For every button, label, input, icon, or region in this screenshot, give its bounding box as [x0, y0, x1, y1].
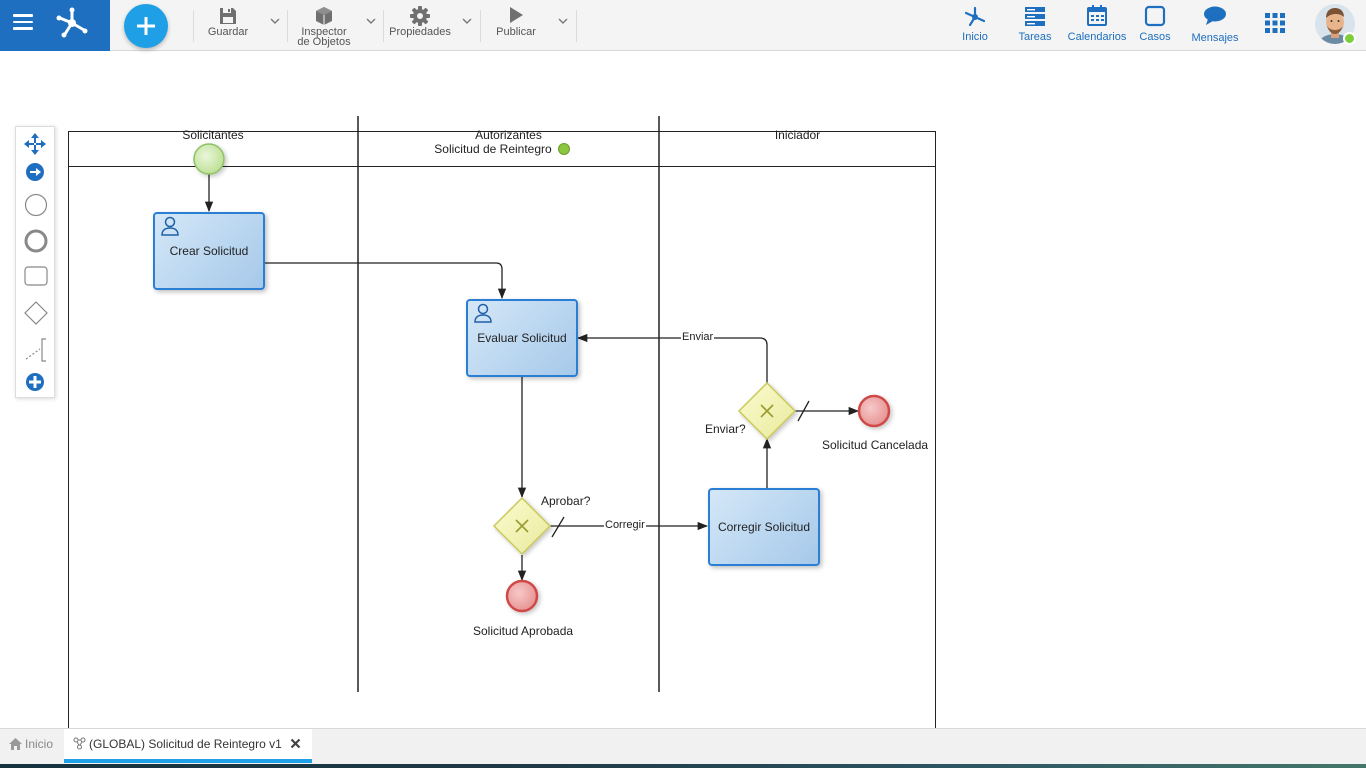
task-correct-request[interactable]: Corregir Solicitud [708, 488, 820, 566]
flow-send-label: Enviar [681, 331, 715, 343]
task-create-request[interactable]: Crear Solicitud [153, 212, 265, 290]
plus-circle-icon [26, 373, 44, 391]
diagram-shapes [193, 116, 891, 692]
save-button[interactable]: Guardar [198, 0, 258, 51]
save-chevron-down-icon[interactable] [270, 17, 280, 25]
properties-label: Propiedades [389, 26, 451, 38]
object-inspector-label: Inspector de Objetos [297, 26, 351, 48]
flow-send-to-evaluate[interactable] [576, 333, 768, 383]
tab-process[interactable]: (GLOBAL) Solicitud de Reintegro v1 [64, 729, 312, 763]
nav-calendars-label: Calendarios [1067, 31, 1127, 43]
user-task-icon [161, 216, 179, 236]
move-arrows-icon [24, 133, 46, 155]
start-event[interactable] [193, 143, 225, 175]
deyel-home-icon [964, 6, 986, 27]
circle-thin-icon [24, 193, 48, 217]
close-icon[interactable] [290, 738, 301, 749]
footer-strip [0, 764, 1366, 768]
chat-bubble-icon [1204, 6, 1226, 25]
task-evaluate-request-label: Evaluar Solicitud [477, 331, 567, 345]
arrow-circle-icon [26, 163, 44, 181]
toolbar-separator [480, 10, 481, 42]
palette-connect-tool[interactable] [16, 157, 54, 187]
flow-correct-label: Corregir [604, 519, 646, 531]
approved-end-event[interactable] [505, 579, 539, 613]
user-task-icon [474, 303, 492, 323]
gear-icon [410, 6, 430, 26]
active-tab-indicator [64, 759, 312, 763]
save-icon [220, 8, 236, 24]
nav-messages-label: Mensajes [1191, 32, 1239, 44]
cancelled-end-event[interactable] [857, 394, 891, 428]
plus-icon [137, 17, 155, 35]
palette-gateway[interactable] [16, 297, 54, 327]
nav-tasks-label: Tareas [1018, 31, 1052, 43]
default-flow-marker [551, 516, 565, 538]
diamond-icon [24, 301, 48, 325]
inspector-chevron-down-icon[interactable] [366, 17, 376, 25]
deyel-logo-icon[interactable] [55, 6, 89, 42]
palette-annotation[interactable] [16, 333, 54, 363]
rounded-rect-icon [24, 266, 48, 286]
bottom-tab-bar: Inicio (GLOBAL) Solicitud de Reintegro v… [0, 728, 1366, 768]
tab-home[interactable]: Inicio [0, 729, 64, 759]
object-inspector-button[interactable]: Inspector de Objetos [290, 0, 358, 51]
annotation-icon [25, 338, 46, 362]
cancelled-end-label: Solicitud Cancelada [822, 438, 929, 452]
publish-label: Publicar [496, 26, 536, 38]
toolbar-separator [287, 10, 288, 42]
send-gateway-label: Enviar? [705, 422, 746, 436]
approved-end-label: Solicitud Aprobada [473, 624, 574, 638]
publish-chevron-down-icon[interactable] [558, 17, 568, 25]
toolbar-separator [576, 10, 577, 42]
home-icon [9, 738, 22, 750]
process-icon [73, 737, 86, 750]
toolbar-separator [193, 10, 194, 42]
cube-icon [316, 7, 332, 25]
save-label: Guardar [207, 26, 249, 38]
palette-move-tool[interactable] [16, 129, 54, 159]
publish-button[interactable]: Publicar [484, 0, 548, 51]
task-evaluate-request[interactable]: Evaluar Solicitud [466, 299, 578, 377]
cases-icon [1144, 5, 1166, 27]
nav-home-label: Inicio [962, 31, 988, 43]
nav-cases-label: Casos [1139, 31, 1171, 43]
apps-grid-icon[interactable] [1265, 13, 1285, 33]
add-button[interactable] [124, 4, 168, 48]
palette-task[interactable] [16, 261, 54, 291]
approve-gateway-label: Aprobar? [541, 494, 591, 508]
nav-home[interactable]: Inicio [952, 0, 998, 51]
task-correct-request-label: Corregir Solicitud [717, 520, 811, 534]
nav-messages[interactable]: Mensajes [1188, 0, 1242, 51]
tasks-icon [1025, 7, 1045, 26]
nav-cases[interactable]: Casos [1134, 0, 1176, 51]
palette-start-event[interactable] [16, 189, 54, 219]
send-gateway[interactable] [737, 381, 797, 441]
hamburger-menu-icon[interactable] [13, 14, 33, 30]
online-status-badge [1343, 32, 1356, 45]
nav-tasks[interactable]: Tareas [1012, 0, 1058, 51]
tab-home-label: Inicio [25, 737, 54, 751]
brand-area [0, 0, 110, 51]
properties-button[interactable]: Propiedades [386, 0, 454, 51]
shape-palette [15, 126, 55, 398]
palette-more-tool[interactable] [16, 367, 54, 397]
top-toolbar: Guardar Inspector de Objetos Propiedades [0, 0, 1366, 51]
toolbar-separator [383, 10, 384, 42]
calendar-icon [1087, 5, 1107, 26]
circle-thick-icon [24, 229, 48, 253]
tab-process-label: (GLOBAL) Solicitud de Reintegro v1 [89, 737, 282, 751]
palette-end-event[interactable] [16, 225, 54, 255]
nav-calendars[interactable]: Calendarios [1066, 0, 1128, 51]
play-icon [510, 7, 523, 23]
properties-chevron-down-icon[interactable] [462, 17, 472, 25]
task-create-request-label: Crear Solicitud [169, 244, 249, 258]
flow-create-to-evaluate[interactable] [264, 262, 507, 300]
